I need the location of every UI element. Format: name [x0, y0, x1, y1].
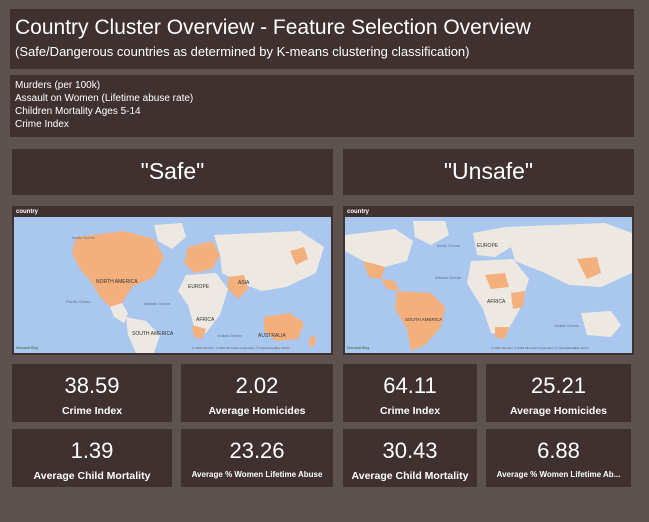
kpi-card-unsafe-homicides: 25.21 Average Homicides	[486, 364, 631, 422]
page-title: Country Cluster Overview - Feature Selec…	[15, 16, 531, 39]
map-text: EUROPE	[477, 243, 499, 249]
unsafe-map-field-label: country	[347, 209, 370, 215]
kpi-value: 64.11	[383, 373, 437, 398]
feature-item: Murders (per 100k)	[15, 80, 101, 91]
unsafe-header-card: "Unsafe"	[343, 149, 634, 195]
safe-header-label: "Safe"	[140, 158, 205, 184]
kpi-card-unsafe-women-abuse: 6.88 Average % Women Lifetime Ab...	[486, 429, 631, 487]
safe-map-visual[interactable]: country Arctic Ocean NORTH AMERICA EUROP…	[12, 206, 333, 355]
kpi-label: Average Homicides	[509, 405, 608, 417]
kpi-card-safe-crime-index: 38.59 Crime Index	[12, 364, 172, 422]
map-text: ASIA	[238, 280, 250, 286]
safe-world-map[interactable]: Arctic Ocean NORTH AMERICA EUROPE ASIA A…	[14, 217, 331, 353]
map-text: Indian Ocean	[218, 333, 242, 338]
page-subtitle: (Safe/Dangerous countries as determined …	[15, 44, 470, 59]
kpi-card-safe-child-mortality: 1.39 Average Child Mortality	[12, 429, 172, 487]
map-text: Arctic Ocean	[437, 243, 460, 248]
kpi-value: 6.88	[537, 438, 580, 463]
map-text: SOUTH AMERICA	[405, 317, 442, 322]
kpi-value: 25.21	[530, 373, 587, 398]
kpi-label: Crime Index	[61, 405, 123, 417]
map-text: Atlantic Ocean	[435, 275, 461, 280]
map-text: AUSTRALIA	[258, 333, 286, 339]
map-copyright: © 2022 TomTom, © 2022 Microsoft Corporat…	[491, 346, 589, 350]
title-panel: Country Cluster Overview - Feature Selec…	[10, 9, 634, 69]
kpi-label: Average % Women Lifetime Abuse	[191, 470, 323, 479]
map-text: Atlantic Ocean	[144, 301, 170, 306]
kpi-value: 1.39	[70, 438, 114, 463]
kpi-card-unsafe-child-mortality: 30.43 Average Child Mortality	[343, 429, 477, 487]
map-text: AFRICA	[487, 299, 506, 305]
bing-logo: Microsoft Bing	[347, 346, 369, 350]
kpi-label: Average Child Mortality	[351, 470, 469, 482]
map-text: Pacific Ocean	[66, 299, 91, 304]
map-text: AFRICA	[196, 317, 215, 323]
kpi-label: Average % Women Lifetime Ab...	[496, 470, 621, 479]
unsafe-header-label: "Unsafe"	[443, 158, 534, 184]
map-text: Indian Ocean	[555, 323, 579, 328]
safe-map-field-label: country	[16, 209, 39, 215]
map-copyright: © 2022 TomTom, © 2022 Microsoft Corporat…	[192, 346, 290, 350]
map-text: EUROPE	[188, 284, 210, 290]
kpi-label: Average Homicides	[208, 405, 306, 417]
kpi-value: 38.59	[64, 373, 120, 398]
kpi-label: Crime Index	[379, 405, 441, 417]
feature-item: Crime Index	[15, 119, 69, 130]
kpi-value: 30.43	[382, 438, 438, 463]
kpi-card-safe-women-abuse: 23.26 Average % Women Lifetime Abuse	[181, 429, 333, 487]
feature-item: Assault on Women (Lifetime abuse rate)	[15, 93, 194, 104]
region-east-africa[interactable]	[511, 291, 525, 309]
kpi-card-unsafe-crime-index: 64.11 Crime Index	[343, 364, 477, 422]
unsafe-map-visual[interactable]: country Arctic Ocean EUROPE Atlantic Oce…	[343, 206, 634, 355]
map-text: SOUTH AMERICA	[132, 331, 174, 337]
kpi-value: 2.02	[235, 373, 279, 398]
kpi-label: Average Child Mortality	[33, 470, 151, 482]
kpi-card-safe-homicides: 2.02 Average Homicides	[181, 364, 333, 422]
safe-header-card: "Safe"	[12, 149, 333, 195]
map-text: Arctic Ocean	[72, 235, 95, 240]
kpi-value: 23.26	[229, 438, 285, 463]
features-panel: Murders (per 100k) Assault on Women (Lif…	[10, 75, 634, 137]
unsafe-world-map[interactable]: Arctic Ocean EUROPE Atlantic Ocean AFRIC…	[345, 217, 632, 353]
map-text: NORTH AMERICA	[96, 279, 138, 285]
bing-logo: Microsoft Bing	[16, 346, 38, 350]
feature-item: Children Mortality Ages 5-14	[15, 106, 141, 117]
